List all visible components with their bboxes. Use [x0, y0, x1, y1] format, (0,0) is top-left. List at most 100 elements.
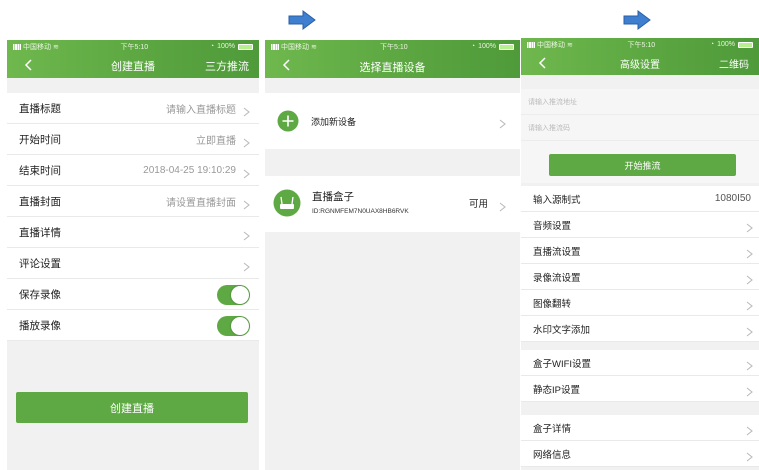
settings-row[interactable]: 直播标题 请输入直播标题 [7, 93, 259, 124]
row-label: 水印文字添加 [533, 324, 591, 336]
row-label: 输入源制式 [533, 194, 581, 206]
toggle-knob [231, 316, 249, 335]
plus-circle-icon [277, 110, 299, 132]
chevron-right-icon [746, 384, 753, 397]
chevron-right-icon [746, 272, 753, 285]
battery-icon [737, 41, 753, 48]
settings-row[interactable]: 输入源制式 1080I50 [521, 186, 759, 212]
page-title: 选择直播设备 [359, 62, 426, 74]
row-label: 盒子WIFI设置 [533, 358, 592, 370]
chevron-right-icon [243, 259, 250, 271]
row-label: 网络信息 [533, 449, 572, 461]
create-live-button[interactable]: 创建直播 [16, 392, 248, 423]
navbar: 选择直播设备 [265, 53, 520, 78]
wifi-icon: ≋ [53, 43, 59, 51]
settings-row[interactable]: 图像翻转 [521, 290, 759, 316]
row-value: 立即直播 [196, 135, 236, 147]
settings-row[interactable]: 结束时间 2018-04-25 19:10:29 [7, 155, 259, 186]
device-row[interactable]: 直播盒子 ID:RGNMFEM7N0UAX8HB6RVK 可用 [265, 176, 520, 232]
chevron-right-icon [746, 220, 753, 233]
header: 中国移动 ≋ 下午5:10 ◔ 100% 创建直播 三方推流 [7, 40, 259, 78]
wifi-icon: ≋ [311, 43, 317, 51]
chevron-right-icon [243, 228, 250, 240]
row-label: 盒子详情 [533, 423, 572, 435]
settings-row[interactable]: 盒子WIFI设置 [521, 350, 759, 376]
battery-percent: 100% [717, 41, 735, 48]
carrier: 中国移动 [281, 43, 309, 51]
chevron-right-icon [746, 449, 753, 462]
settings-row[interactable]: 盒子详情 [521, 415, 759, 441]
chevron-right-icon [746, 246, 753, 259]
carrier: 中国移动 [23, 43, 51, 51]
toggle-switch[interactable] [217, 284, 250, 305]
add-device-row[interactable]: 添加新设备 [265, 93, 520, 149]
row-label: 保存录像 [19, 288, 61, 301]
chevron-right-icon [243, 166, 250, 178]
row-label: 结束时间 [19, 164, 61, 177]
clock: 下午5:10 [627, 41, 656, 49]
battery-icon [237, 43, 253, 50]
header: 中国移动 ≋ 下午5:10 ◔ 100% 选择直播设备 [265, 40, 520, 78]
row-label: 直播详情 [19, 226, 61, 239]
row-label: 播放录像 [19, 319, 61, 332]
qr-code-button[interactable]: 二维码 [719, 56, 749, 71]
row-label: 静态IP设置 [533, 384, 580, 396]
arrow-right-icon [623, 10, 651, 30]
settings-row[interactable]: 音频设置 [521, 212, 759, 238]
status-bar: 中国移动 ≋ 下午5:10 ◔ 100% [265, 40, 520, 53]
settings-row[interactable]: 水印文字添加 [521, 316, 759, 342]
screen-select-device: 中国移动 ≋ 下午5:10 ◔ 100% 选择直播设备 添加新设备 直播盒子 ID:… [265, 40, 520, 470]
settings-row[interactable]: 直播封面 请设置直播封面 [7, 186, 259, 217]
alarm-icon: ◔ [470, 43, 476, 50]
chevron-right-icon [499, 199, 506, 212]
settings-row[interactable]: 静态IP设置 [521, 376, 759, 402]
row-value: 1080I50 [714, 193, 751, 204]
battery-percent: 100% [217, 43, 235, 50]
device-id: ID:RGNMFEM7N0UAX8HB6RVK [312, 208, 409, 215]
row-value: 请输入直播标题 [166, 104, 236, 116]
start-push-button[interactable]: 开始推流 [549, 154, 736, 176]
chevron-right-icon [243, 104, 250, 116]
chevron-right-icon [243, 197, 250, 209]
screen-create-live: 中国移动 ≋ 下午5:10 ◔ 100% 创建直播 三方推流 直播标题 请输入直播标题… [7, 40, 259, 470]
settings-row[interactable]: 直播详情 [7, 217, 259, 248]
row-value: 2018-04-25 19:10:29 [143, 164, 236, 176]
row-label: 直播流设置 [533, 246, 581, 258]
status-bar: 中国移动 ≋ 下午5:10 ◔ 100% [7, 40, 259, 53]
device-status: 可用 [468, 199, 488, 210]
battery-percent: 100% [478, 43, 496, 50]
chevron-right-icon [243, 135, 250, 147]
chevron-right-icon [746, 324, 753, 337]
settings-row[interactable]: 直播流设置 [521, 238, 759, 264]
alarm-icon: ◔ [709, 41, 715, 48]
push-url-input[interactable]: 请输入推流地址 [521, 89, 759, 115]
status-bar: 中国移动 ≋ 下午5:10 ◔ 100% [521, 38, 759, 51]
signal-icon [271, 43, 279, 50]
row-label: 开始时间 [19, 133, 61, 146]
settings-row[interactable]: 录像流设置 [521, 264, 759, 290]
navbar: 高级设置 二维码 [521, 51, 759, 75]
push-code-input[interactable]: 请输入推流码 [521, 115, 759, 141]
settings-row[interactable]: 开始时间 立即直播 [7, 124, 259, 155]
settings-row[interactable]: 网络信息 [521, 441, 759, 467]
toggle-switch[interactable] [217, 315, 250, 336]
arrow-right-icon [288, 10, 316, 30]
row-label: 录像流设置 [533, 272, 581, 284]
third-party-push-button[interactable]: 三方推流 [205, 58, 249, 74]
screen-advanced-settings: 中国移动 ≋ 下午5:10 ◔ 100% 高级设置 二维码 请输入推流地址 请输入推… [521, 38, 759, 470]
row-label: 评论设置 [19, 257, 61, 270]
toggle-row[interactable]: 保存录像 [7, 279, 259, 310]
settings-row[interactable]: 评论设置 [7, 248, 259, 279]
navbar: 创建直播 三方推流 [7, 53, 259, 78]
chevron-right-icon [746, 423, 753, 436]
toggle-row[interactable]: 播放录像 [7, 310, 259, 341]
clock: 下午5:10 [120, 43, 149, 51]
device-name: 直播盒子 [312, 191, 354, 203]
add-device-label: 添加新设备 [311, 116, 357, 127]
clock: 下午5:10 [380, 43, 408, 51]
header: 中国移动 ≋ 下午5:10 ◔ 100% 高级设置 二维码 [521, 38, 759, 75]
row-label: 音频设置 [533, 220, 572, 232]
chevron-right-icon [746, 298, 753, 311]
signal-icon [527, 41, 535, 48]
router-icon [273, 189, 301, 217]
